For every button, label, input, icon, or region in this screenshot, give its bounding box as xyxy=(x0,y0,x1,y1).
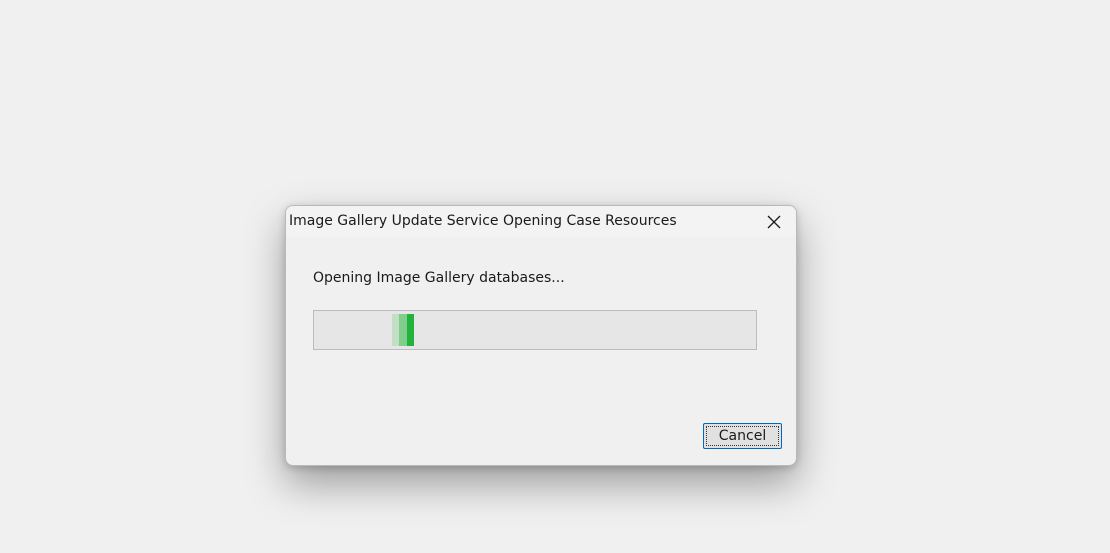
desktop-background: Image Gallery Update Service Opening Cas… xyxy=(0,0,1110,553)
cancel-button-label: Cancel xyxy=(718,428,767,444)
progress-dialog: Image Gallery Update Service Opening Cas… xyxy=(285,205,797,466)
progress-marquee-indicator xyxy=(392,314,414,346)
status-message: Opening Image Gallery databases... xyxy=(313,270,565,286)
cancel-button[interactable]: Cancel xyxy=(703,423,782,449)
dialog-title: Image Gallery Update Service Opening Cas… xyxy=(289,213,677,229)
progress-bar xyxy=(313,310,757,350)
close-button[interactable] xyxy=(752,206,796,237)
title-bar: Image Gallery Update Service Opening Cas… xyxy=(286,206,796,237)
close-icon xyxy=(767,215,781,229)
